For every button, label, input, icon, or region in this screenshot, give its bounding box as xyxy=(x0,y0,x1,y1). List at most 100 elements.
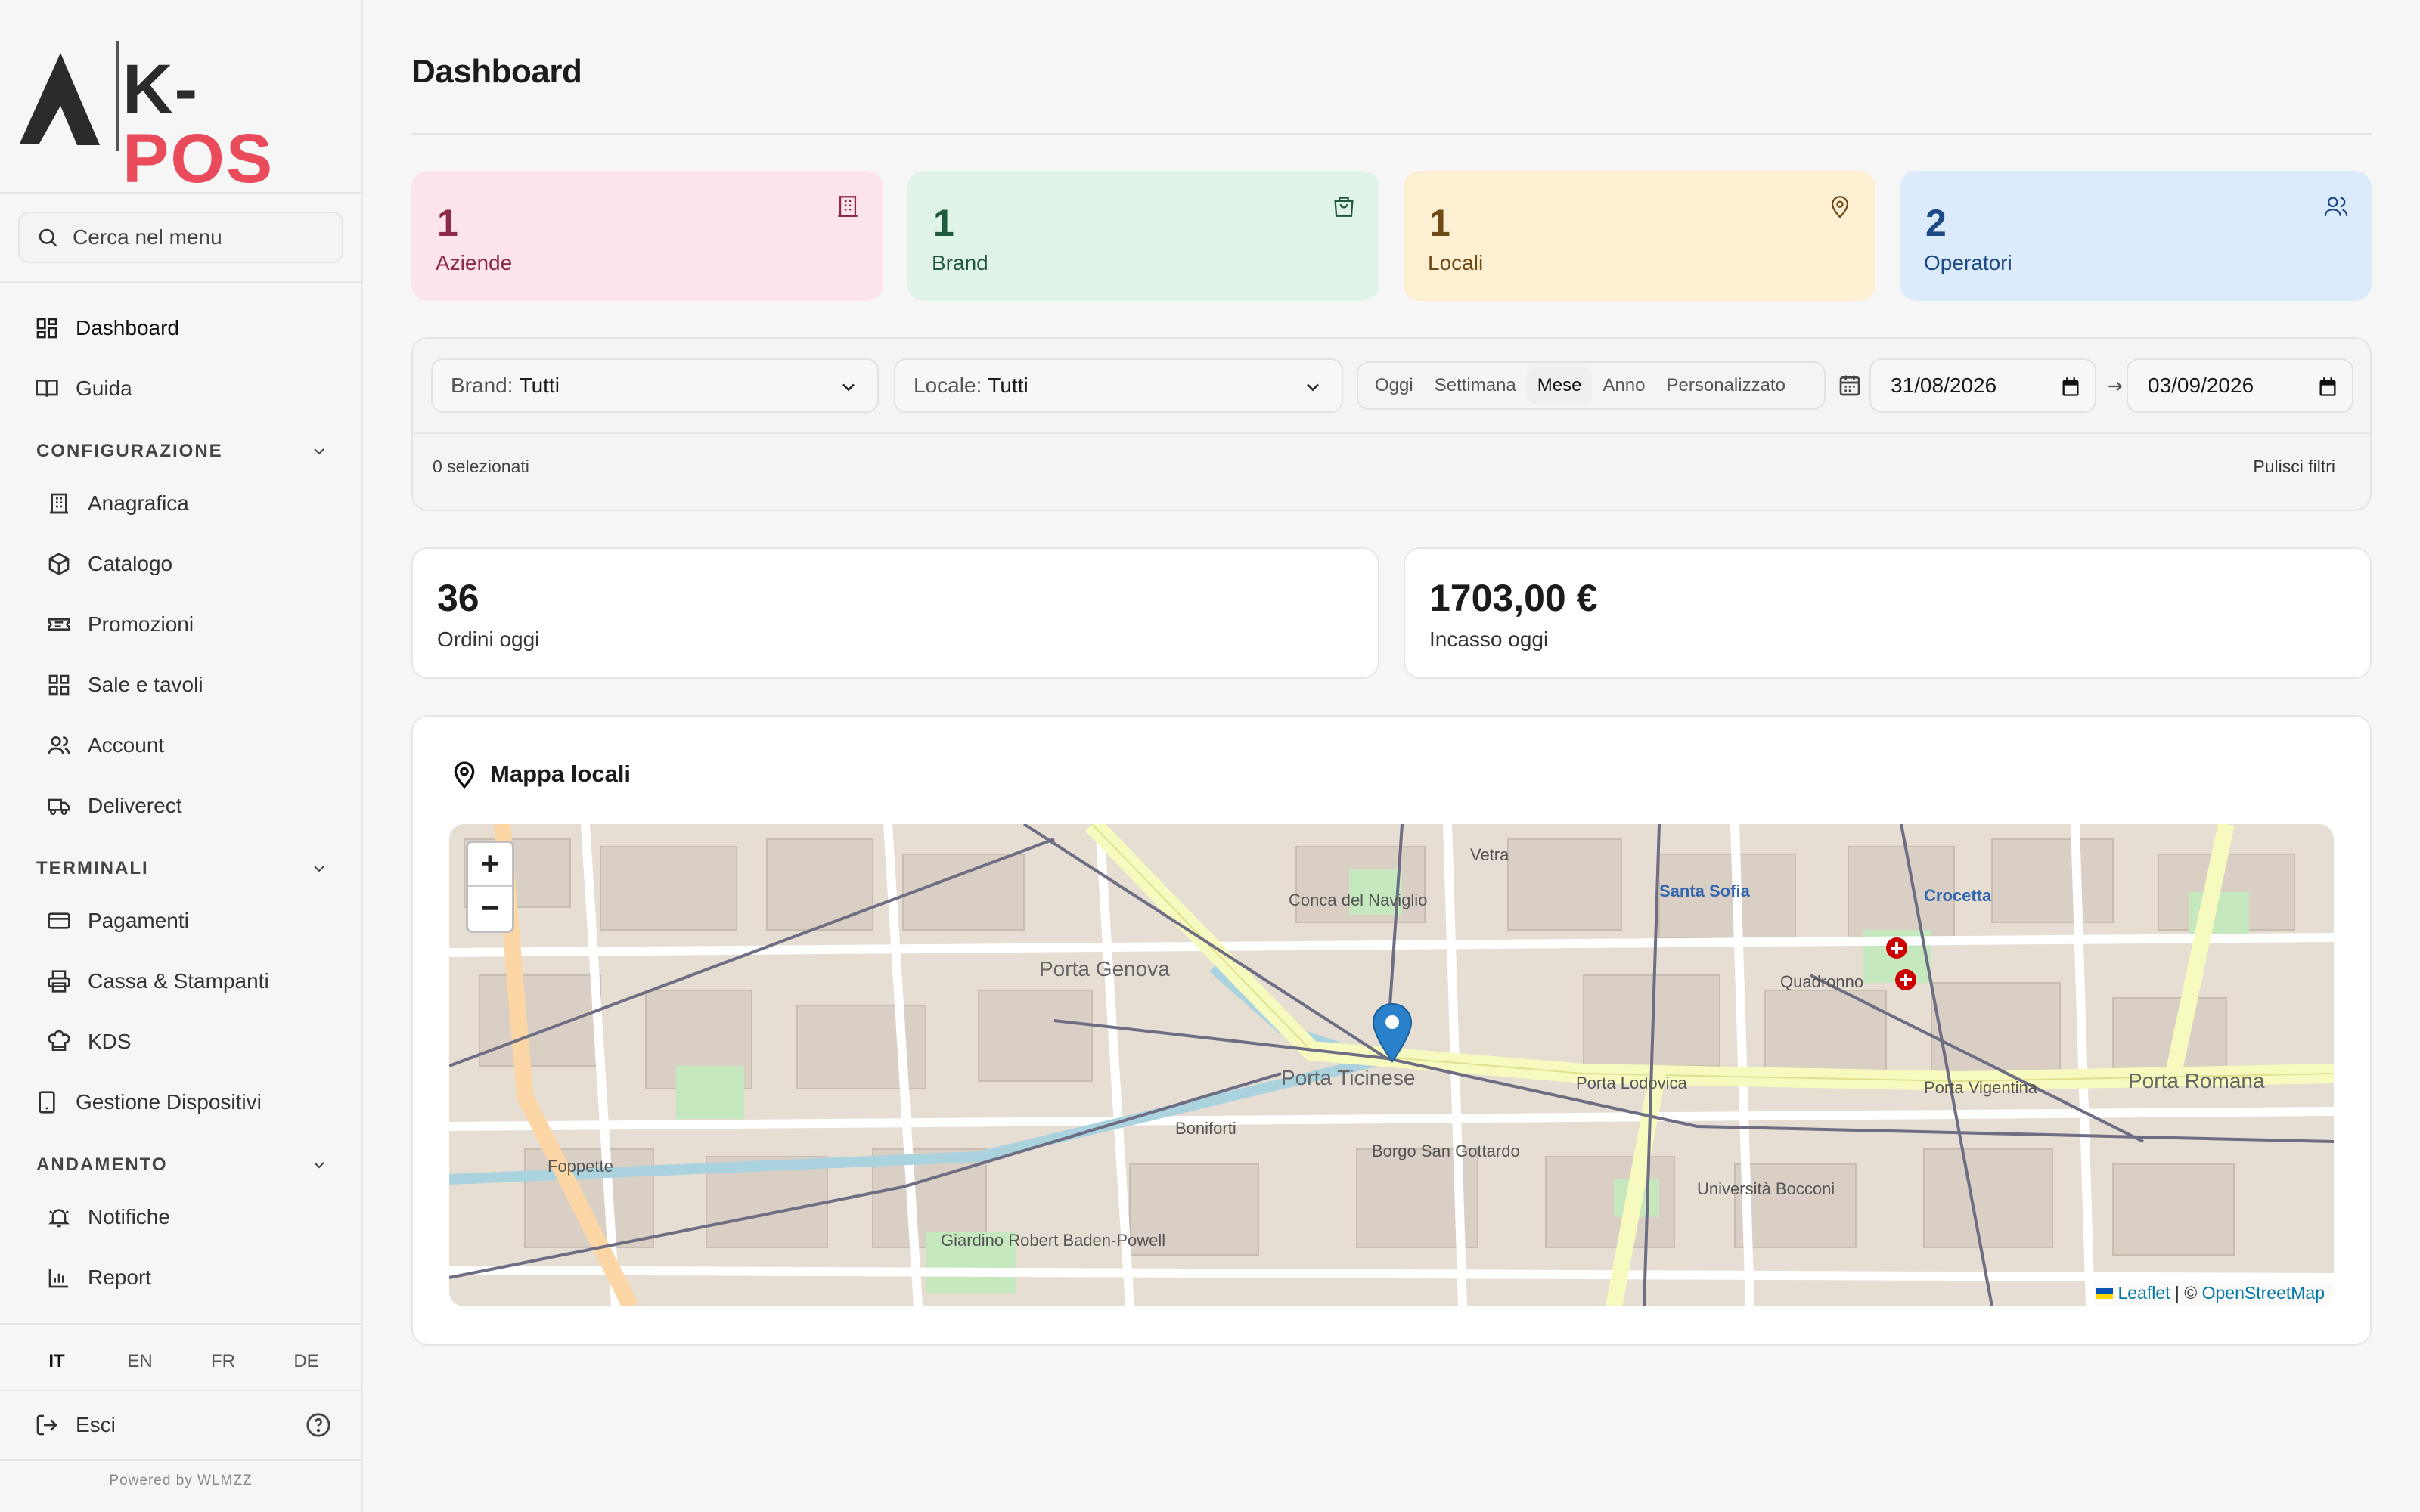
powered-by: Powered by WLMZZ xyxy=(109,1473,253,1489)
credit-card-icon xyxy=(48,912,70,929)
sidebar-item-account[interactable]: Account xyxy=(47,721,164,770)
zoom-control: + − xyxy=(466,841,514,933)
printer-icon xyxy=(48,970,70,993)
period-mese[interactable]: Mese xyxy=(1526,367,1593,404)
sidebar-item-promozioni[interactable]: Promozioni xyxy=(47,600,194,649)
lang-it[interactable]: IT xyxy=(30,1342,83,1381)
bell-icon xyxy=(48,1209,70,1228)
logo-divider xyxy=(116,41,119,151)
map-label: Quadronno xyxy=(1780,972,1864,991)
stat-card-aziende[interactable]: 1 Aziende xyxy=(411,171,883,301)
section-terminali[interactable]: TERMINALI xyxy=(36,850,328,888)
calendar-icon[interactable] xyxy=(2317,376,2338,398)
filter-divider xyxy=(413,432,2370,434)
map-pin-icon xyxy=(1831,196,1849,218)
sidebar-item-kds[interactable]: KDS xyxy=(47,1018,132,1066)
sidebar-item-gestione-dispositivi[interactable]: Gestione Dispositivi xyxy=(35,1078,262,1126)
map-label: Vetra xyxy=(1470,845,1509,864)
sidebar-item-sale-e-tavoli[interactable]: Sale e tavoli xyxy=(47,661,203,709)
clear-filters-button[interactable]: Pulisci filtri xyxy=(2253,452,2335,482)
sidebar-item-anagrafica[interactable]: Anagrafica xyxy=(47,479,189,528)
map-view[interactable]: Porta Genova Porta Ticinese Porta Lodovi… xyxy=(449,824,2334,1306)
sidebar-item-guida[interactable]: Guida xyxy=(35,364,132,413)
sidebar-divider xyxy=(0,192,361,194)
language-switcher: IT EN FR DE xyxy=(30,1342,333,1381)
map-label: Crocetta xyxy=(1924,886,1992,905)
search-icon xyxy=(39,228,57,247)
logout-button[interactable]: Esci xyxy=(35,1402,116,1448)
chef-hat-icon xyxy=(48,1030,70,1051)
stat-card-brand[interactable]: 1 Brand xyxy=(908,171,1379,301)
kpi-card-ordini: 36 Ordini oggi xyxy=(411,547,1379,679)
map-label: Porta Ticinese xyxy=(1281,1066,1416,1089)
selected-count: 0 selezionati xyxy=(433,457,529,476)
sidebar-item-notifiche[interactable]: Notifiche xyxy=(47,1193,170,1241)
building-icon xyxy=(50,493,68,514)
sidebar-item-report[interactable]: Report xyxy=(47,1253,151,1302)
stat-card-operatori[interactable]: 2 Operatori xyxy=(1900,171,2372,301)
zoom-in-button[interactable]: + xyxy=(468,843,512,887)
lang-de[interactable]: DE xyxy=(280,1342,333,1381)
sidebar-divider xyxy=(0,281,361,283)
period-anno[interactable]: Anno xyxy=(1592,367,1655,404)
map-label: Borgo San Gottardo xyxy=(1372,1142,1520,1160)
period-settimana[interactable]: Settimana xyxy=(1424,367,1527,404)
map-label: Santa Sofia xyxy=(1659,881,1750,900)
ticket-icon xyxy=(48,618,70,631)
sidebar-divider xyxy=(0,1323,361,1325)
map-pin-icon xyxy=(454,761,475,789)
sidebar-item-catalogo[interactable]: Catalogo xyxy=(47,540,172,588)
lang-en[interactable]: EN xyxy=(113,1342,166,1381)
chevron-down-icon xyxy=(314,866,324,872)
period-toggle: Oggi Settimana Mese Anno Personalizzato xyxy=(1357,361,1826,410)
arrow-right-icon xyxy=(2108,381,2123,392)
map-attribution: Leaflet | © OpenStreetMap xyxy=(2087,1280,2334,1306)
menu-search-input[interactable] xyxy=(73,225,330,249)
chevron-down-icon xyxy=(314,448,324,455)
period-oggi[interactable]: Oggi xyxy=(1364,367,1424,404)
locale-select[interactable]: Locale: Tutti xyxy=(894,358,1343,413)
kpi-card-incasso: 1703,00 € Incasso oggi xyxy=(1404,547,2372,679)
truck-icon xyxy=(48,798,70,815)
app-logo[interactable]: K-POS xyxy=(17,38,349,194)
location-marker-icon[interactable] xyxy=(1372,1002,1413,1063)
box-icon xyxy=(48,553,70,575)
help-icon[interactable] xyxy=(306,1412,331,1438)
bar-chart-icon xyxy=(48,1269,68,1288)
map-title: Mappa locali xyxy=(449,759,631,789)
sidebar-item-cassa-stampanti[interactable]: Cassa & Stampanti xyxy=(47,957,269,1005)
book-icon xyxy=(36,380,58,397)
brand-select[interactable]: Brand: Tutti xyxy=(431,358,879,413)
period-personalizzato[interactable]: Personalizzato xyxy=(1656,367,1796,404)
logo-mark-icon xyxy=(20,53,100,145)
chevron-down-icon xyxy=(842,383,855,392)
zoom-out-button[interactable]: − xyxy=(468,887,512,931)
sidebar: K-POS Dashboard Guida CONFIGURAZIONE Ana… xyxy=(0,0,363,1512)
section-andamento[interactable]: ANDAMENTO xyxy=(36,1146,328,1184)
ukraine-flag-icon xyxy=(2096,1287,2114,1299)
section-configurazione[interactable]: CONFIGURAZIONE xyxy=(36,432,328,470)
map-card: Mappa locali Porta Genova Porta Ticinese… xyxy=(411,715,2372,1346)
stat-card-locali[interactable]: 1 Locali xyxy=(1404,171,1876,301)
map-label: Boniforti xyxy=(1175,1119,1236,1138)
map-label: Porta Lodovica xyxy=(1576,1074,1687,1092)
building-icon xyxy=(838,196,858,217)
leaflet-link[interactable]: Leaflet xyxy=(2118,1283,2170,1303)
page-title: Dashboard xyxy=(411,53,582,90)
date-to-input[interactable]: 03/09/2026 xyxy=(2127,358,2353,413)
menu-search[interactable] xyxy=(18,212,343,263)
sidebar-item-pagamenti[interactable]: Pagamenti xyxy=(47,897,189,945)
date-from-input[interactable]: 31/08/2026 xyxy=(1869,358,2096,413)
sidebar-divider xyxy=(0,1459,361,1461)
sidebar-item-dashboard[interactable]: Dashboard xyxy=(35,304,179,352)
calendar-icon xyxy=(1839,375,1860,396)
osm-link[interactable]: OpenStreetMap xyxy=(2202,1283,2325,1303)
logo-text: K-POS xyxy=(123,51,275,197)
title-divider xyxy=(411,133,2372,135)
map-label: Porta Romana xyxy=(2128,1069,2265,1092)
calendar-icon[interactable] xyxy=(2060,376,2081,398)
sidebar-item-deliverect[interactable]: Deliverect xyxy=(47,782,182,830)
map-label: Porta Genova xyxy=(1039,957,1170,981)
lang-fr[interactable]: FR xyxy=(197,1342,250,1381)
map-label: Foppette xyxy=(548,1157,613,1176)
